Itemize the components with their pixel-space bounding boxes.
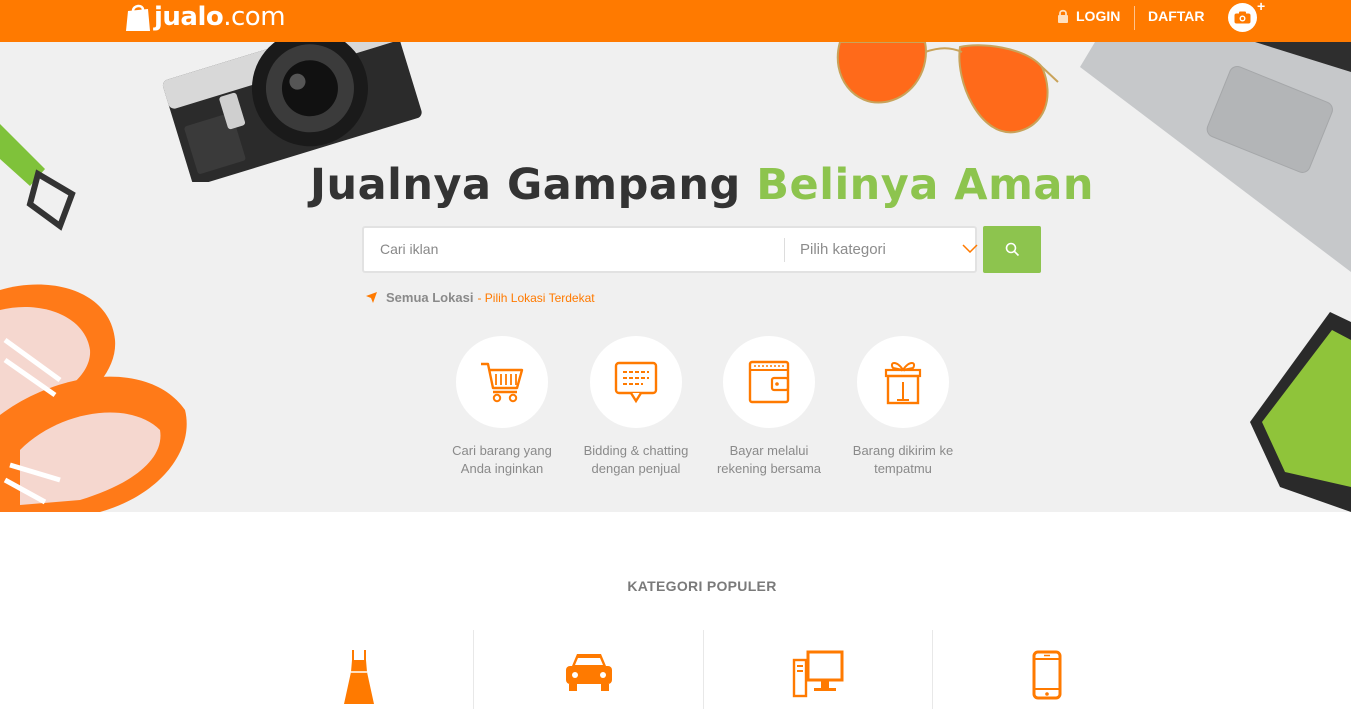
top-navbar: jualo.com LOGIN DAFTAR + (0, 0, 1351, 42)
register-link[interactable]: DAFTAR (1148, 8, 1205, 24)
search-input[interactable] (380, 241, 780, 257)
logo-text: jualo.com (154, 2, 286, 32)
feature-icon-circle (723, 336, 815, 428)
hero-headline: Jualnya Gampang Belinya Aman (0, 160, 1351, 210)
feature-step: Bidding & chatting dengan penjual (566, 336, 706, 478)
popular-categories-title: KATEGORI POPULER (627, 578, 777, 594)
location-nearest-link[interactable]: - Pilih Lokasi Terdekat (477, 291, 594, 305)
feature-icon-circle (590, 336, 682, 428)
smartphone-icon (1032, 650, 1062, 700)
sneakers-illustration (0, 284, 187, 512)
feature-step: Cari barang yang Anda inginkan (432, 336, 572, 478)
car-icon (565, 654, 612, 691)
headline-part2: Belinya Aman (756, 160, 1095, 210)
search-icon (1005, 242, 1019, 257)
sell-camera-button[interactable] (1228, 3, 1257, 32)
feature-icon-circle (857, 336, 949, 428)
search-divider (784, 238, 785, 262)
camera-icon (1234, 11, 1251, 24)
computer-icon (792, 650, 844, 698)
shopping-cart-icon (481, 362, 524, 403)
chevron-down-icon (962, 244, 978, 253)
shopping-bag-logo-icon (126, 4, 150, 31)
category-item[interactable] (245, 630, 473, 709)
lock-icon (1058, 9, 1068, 23)
wallet-icon (748, 360, 790, 404)
location-all-link[interactable]: Semua Lokasi (386, 290, 473, 305)
dress-icon (344, 650, 374, 704)
search-bar: Pilih kategori (362, 226, 978, 273)
headline-part1: Jualnya Gampang (309, 160, 741, 210)
feature-step: Bayar melalui rekening bersama (699, 336, 839, 478)
sunglasses-illustration (836, 42, 1059, 134)
category-select-label: Pilih kategori (800, 241, 886, 258)
gift-box-icon (884, 362, 922, 405)
feature-text: Cari barang yang Anda inginkan (452, 443, 552, 476)
feature-text: Barang dikirim ke tempatmu (852, 443, 954, 476)
laptop-illustration (1080, 42, 1351, 272)
category-item[interactable] (704, 630, 932, 709)
phone-illustration (1250, 312, 1351, 512)
login-label: LOGIN (1076, 8, 1121, 24)
feature-text: Bidding & chatting dengan penjual (583, 443, 689, 476)
nav-divider (1134, 6, 1135, 30)
feature-icon-circle (456, 336, 548, 428)
site-logo[interactable]: jualo.com (125, 0, 286, 34)
category-select[interactable]: Pilih kategori (800, 241, 978, 263)
location-selector: Semua Lokasi - Pilih Lokasi Terdekat (366, 290, 595, 305)
hero-banner: Jualnya Gampang Belinya Aman Pilih kateg… (0, 42, 1351, 512)
feature-step: Barang dikirim ke tempatmu (833, 336, 973, 478)
category-item[interactable] (474, 630, 703, 709)
feature-text: Bayar melalui rekening bersama (716, 443, 822, 476)
plus-icon: + (1257, 0, 1266, 14)
login-link[interactable]: LOGIN (1057, 8, 1120, 24)
location-arrow-icon (366, 292, 377, 303)
category-item[interactable] (933, 630, 1161, 709)
search-button[interactable] (983, 226, 1041, 273)
chat-bubble-icon (614, 361, 658, 404)
